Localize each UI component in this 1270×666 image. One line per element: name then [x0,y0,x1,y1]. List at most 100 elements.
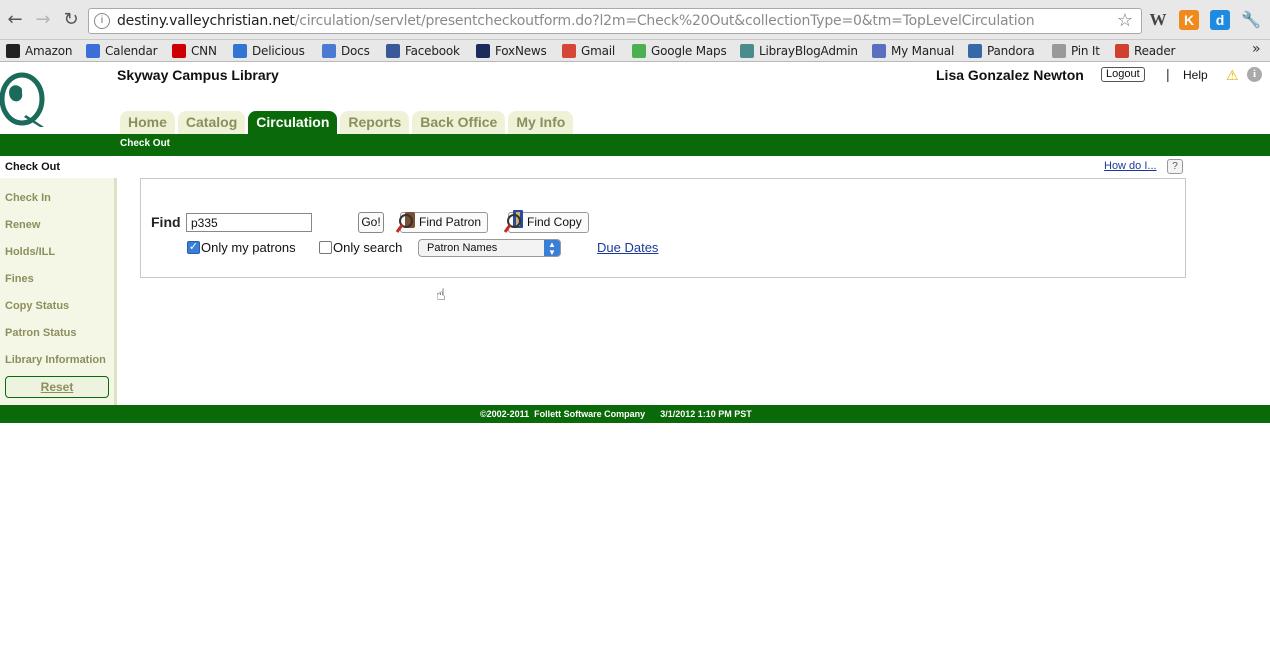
sidebar-item-copy-status[interactable]: Copy Status [5,300,69,312]
blog-icon [740,44,754,58]
help-question-button[interactable]: ? [1167,159,1183,174]
url-path: /circulation/servlet/presentcheckoutform… [294,13,1035,29]
info-icon[interactable]: i [1247,67,1262,82]
warning-icon[interactable]: ⚠ [1226,67,1239,84]
sidebar-item-holds-ill[interactable]: Holds/ILL [5,246,55,258]
wikipedia-extension-icon[interactable]: W [1148,10,1168,30]
select-arrows-icon: ▲ ▼ [544,240,560,257]
destiny-logo-icon [0,72,45,127]
sidebar-item-library-information[interactable]: Library Information [5,354,106,366]
find-label: Find [151,214,181,230]
magnifier-copy-icon [503,210,523,233]
bookmark-my-manual[interactable]: My Manual [872,43,954,59]
sidebar-item-fines[interactable]: Fines [5,273,34,285]
find-copy-label: Find Copy [527,215,582,229]
only-my-patrons-label: Only my patrons [201,240,296,255]
main-tabs: Home Catalog Circulation Reports Back Office… [120,111,576,134]
bookmark-facebook[interactable]: Facebook [386,43,460,59]
address-bar[interactable]: i destiny.valleychristian.net/circulatio… [88,8,1142,34]
logout-button[interactable]: Logout [1101,67,1145,82]
bookmark-amazon[interactable]: Amazon [6,43,73,59]
wrench-menu-icon[interactable]: 🔧 [1241,10,1261,30]
bookmark-cnn[interactable]: CNN [172,43,217,59]
facebook-icon [386,44,400,58]
site-title: Skyway Campus Library [117,67,279,83]
bookmark-label: My Manual [891,44,955,58]
bookmark-foxnews[interactable]: FoxNews [476,43,547,59]
bookmark-docs[interactable]: Docs [322,43,370,59]
bookmark-delicious[interactable]: Delicious [233,43,305,59]
cnn-icon [172,44,186,58]
url-text[interactable]: destiny.valleychristian.net/circulation/… [117,13,1035,29]
go-button[interactable]: Go! [358,212,384,233]
tab-home[interactable]: Home [120,111,175,134]
delicious-icon [233,44,247,58]
bookmark-calendar[interactable]: Calendar [86,43,158,59]
magnifier-patron-icon [395,212,415,233]
tab-catalog[interactable]: Catalog [177,111,246,134]
page-info-icon[interactable]: i [94,13,110,29]
sidebar-item-check-out[interactable]: Check Out [0,156,117,178]
calendar-icon [86,44,100,58]
bookmark-label: Gmail [581,44,616,58]
amazon-icon [6,44,20,58]
bookmark-star-icon[interactable]: ☆ [1117,10,1133,31]
due-dates-link[interactable]: Due Dates [597,240,658,255]
bookmark-gmail[interactable]: Gmail [562,43,615,59]
bookmark-google-maps[interactable]: Google Maps [632,43,727,59]
user-name: Lisa Gonzalez Newton [936,67,1084,83]
sidebar-item-check-in[interactable]: Check In [5,192,51,204]
forward-arrow-icon[interactable]: → [32,9,54,31]
reset-button[interactable]: Reset [5,376,109,398]
bookmark-label: LibrayBlogAdmin [759,44,858,58]
bookmark-label: FoxNews [495,44,547,58]
subnav-current[interactable]: Check Out [120,138,170,149]
find-patron-button[interactable]: Find Patron [395,212,489,233]
bookmark-label: Amazon [25,44,73,58]
header-separator: | [1166,66,1170,82]
bookmark-pin-it[interactable]: Pin It [1052,43,1100,59]
only-search-label: Only search [333,240,403,255]
bookmark-librayblogadmin[interactable]: LibrayBlogAdmin [740,43,858,59]
footer-text: ©2002-2011 Follett Software Company 3/1/… [480,409,752,419]
bookmark-label: Pandora [987,44,1035,58]
tab-reports[interactable]: Reports [340,111,410,134]
bookmark-label: Facebook [405,44,460,58]
search-scope-value: Patron Names [427,242,498,254]
sidebar-item-patron-status[interactable]: Patron Status [5,327,77,339]
tab-my-info[interactable]: My Info [508,111,574,134]
search-scope-select[interactable]: Patron Names ▲ ▼ [418,239,561,257]
klout-extension-icon[interactable]: K [1179,10,1199,30]
tab-back-office[interactable]: Back Office [412,111,506,134]
docs-icon [322,44,336,58]
reload-icon[interactable]: ↻ [60,9,82,31]
bookmark-label: Calendar [105,44,158,58]
only-my-patrons-checkbox[interactable]: ✓ [187,241,200,254]
more-bookmarks-icon[interactable]: » [1252,41,1261,57]
help-link[interactable]: Help [1183,68,1208,82]
manual-icon [872,44,886,58]
maps-icon [632,44,646,58]
find-copy-button[interactable]: Find Copy [503,210,589,233]
bookmark-pandora[interactable]: Pandora [968,43,1035,59]
how-do-i-link[interactable]: How do I... [1104,160,1157,172]
footer-bar: ©2002-2011 Follett Software Company 3/1/… [0,405,1270,423]
sidebar-item-renew[interactable]: Renew [5,219,40,231]
bookmark-label: Reader [1134,44,1176,58]
mouse-pointer-icon: ☝ [436,285,446,304]
bookmark-reader[interactable]: Reader [1115,43,1175,59]
bookmark-label: Docs [341,44,370,58]
bookmark-label: Pin It [1071,44,1100,58]
checkout-panel: Find Go! Find Patron Find Copy ✓ Only my… [140,178,1186,278]
back-arrow-icon[interactable]: ← [4,9,26,31]
delicious-extension-icon[interactable]: d [1210,10,1230,30]
sub-navigation-bar: Check Out [0,134,1270,156]
bookmark-label: CNN [191,44,217,58]
sidebar: Library Information Patron Status Copy Sta… [0,156,117,405]
pin-icon [1052,44,1066,58]
only-search-checkbox[interactable] [319,241,332,254]
find-input[interactable] [186,213,312,232]
browser-toolbar: ← → ↻ i destiny.valleychristian.net/circ… [0,0,1270,40]
tab-circulation[interactable]: Circulation [248,111,338,134]
pandora-icon [968,44,982,58]
